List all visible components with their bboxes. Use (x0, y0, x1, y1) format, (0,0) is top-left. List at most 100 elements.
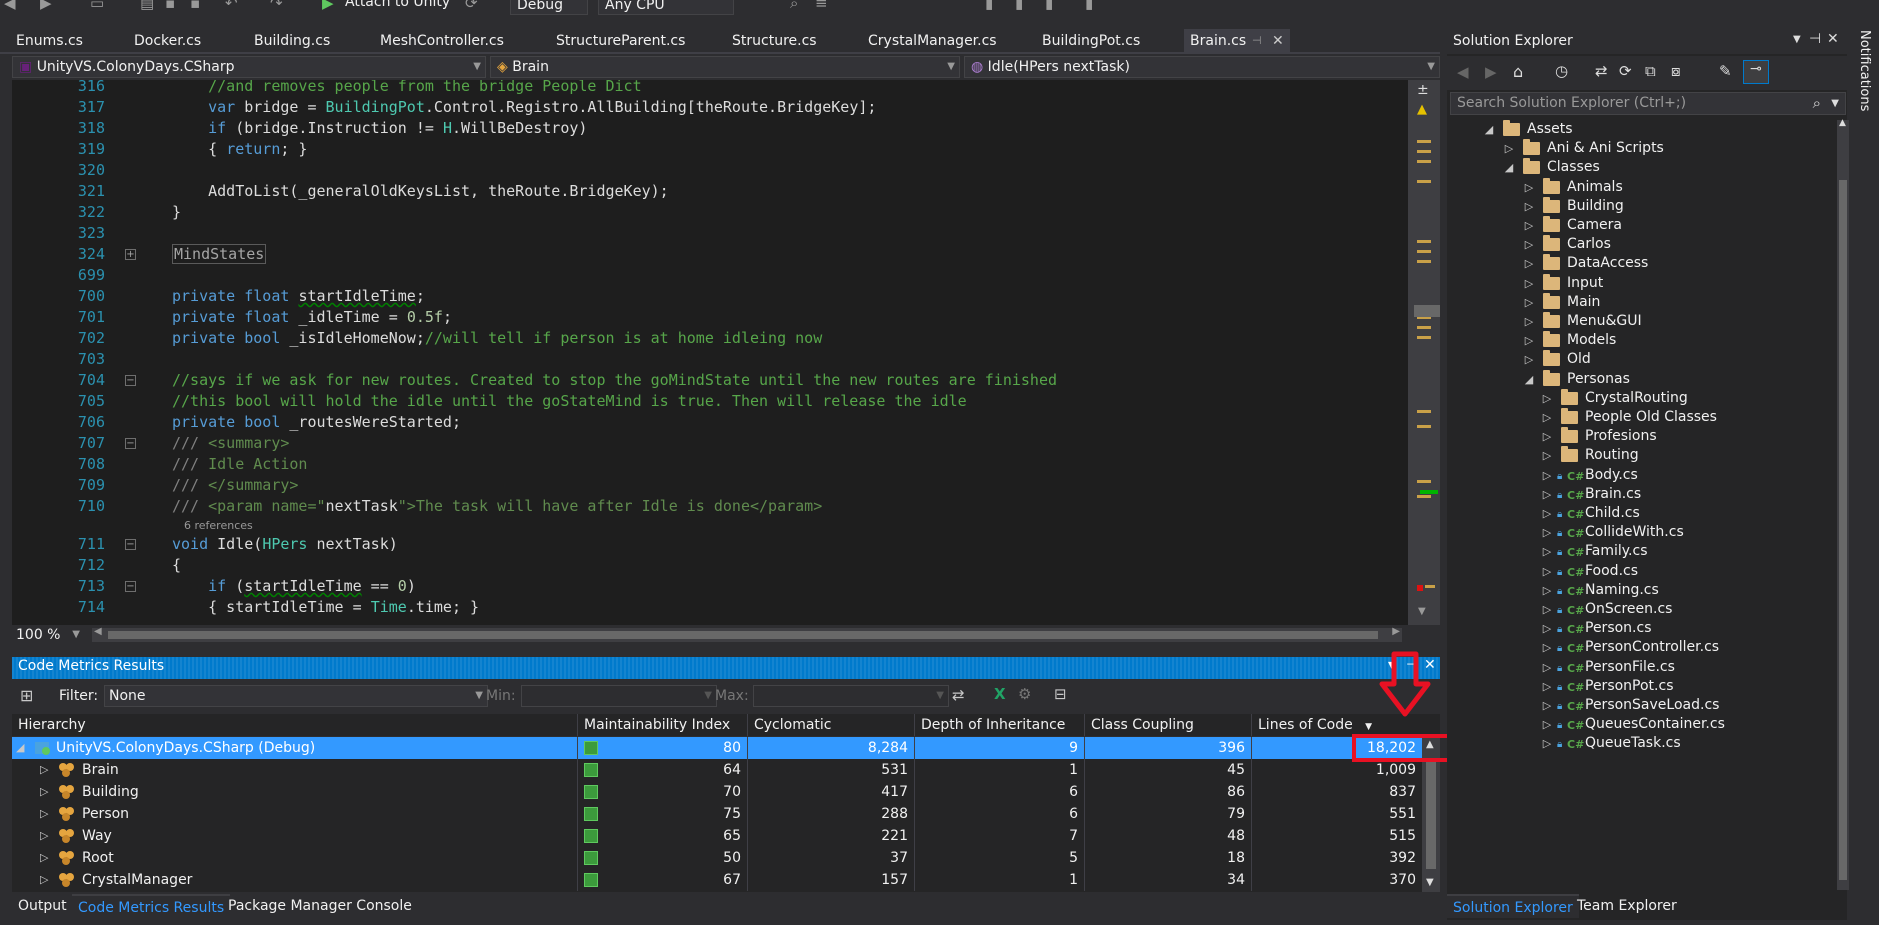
calculate-metrics-icon[interactable]: ⊞ (20, 686, 33, 705)
code-line[interactable]: 318 if (bridge.Instruction != H.WillBeDe… (12, 118, 1408, 139)
tab-solution-explorer[interactable]: Solution Explorer (1447, 894, 1579, 918)
metrics-row[interactable]: ▷ Way 65 221 7 48 515 (12, 825, 1422, 847)
metrics-row[interactable]: ▷ Brain 64 531 1 45 1,009 (12, 759, 1422, 781)
code-line[interactable]: 704 − //says if we ask for new routes. Cre… (12, 370, 1408, 391)
collapse-icon[interactable]: ◢ (16, 737, 24, 759)
back-icon[interactable]: ◀ (1457, 63, 1469, 81)
refresh-icon[interactable]: ⟳ (1619, 62, 1632, 80)
grid-scroll-thumb[interactable] (1426, 759, 1436, 869)
notifications-tab[interactable]: Notifications (1857, 30, 1872, 111)
expand-region-icon[interactable]: + (125, 249, 136, 260)
editor-scroll-thumb[interactable] (1414, 305, 1440, 317)
tab-brain[interactable]: Brain.cs ⊣ ✕ (1184, 29, 1290, 53)
expand-icon[interactable]: ▷ (40, 847, 48, 869)
find-icon[interactable]: ⌕ (790, 0, 798, 12)
new-project-icon[interactable]: ▭ (90, 0, 104, 12)
solution-search-input[interactable]: Search Solution Explorer (Ctrl+;) ⌕ ▼ (1450, 92, 1846, 115)
member-nav-combo[interactable]: ◍ Idle(HPers nextTask) ▼ (964, 56, 1440, 78)
undo-icon[interactable]: ↶ (225, 0, 238, 12)
code-line[interactable]: 711 − void Idle(HPers nextTask) (12, 534, 1408, 555)
show-all-files-icon[interactable]: ⧇ (1671, 62, 1681, 80)
solution-tree[interactable]: ◢ Assets ▷ Ani & Ani Scripts ◢ Classes ▷ Animal… (1447, 120, 1837, 890)
config-combo[interactable]: Debug (510, 0, 588, 15)
code-line[interactable]: 323 (12, 223, 1408, 244)
col-coupling[interactable]: Class Coupling (1085, 714, 1252, 736)
code-line[interactable]: 714 { startIdleTime = Time.time; } (12, 597, 1408, 618)
save-icon[interactable]: ▪ (165, 0, 175, 12)
settings-icon[interactable]: ⚙ (1018, 685, 1031, 703)
search-icon[interactable]: ⌕ (1813, 93, 1821, 114)
code-line[interactable]: 702 private bool _isIdleHomeNow;//will te… (12, 328, 1408, 349)
col-maintainability[interactable]: Maintainability Index (578, 714, 748, 736)
col-cyclomatic[interactable]: Cyclomatic Complexity (748, 714, 915, 755)
tab-docker[interactable]: Docker.cs (128, 29, 207, 53)
tab-code-metrics[interactable]: Code Metrics Results (72, 894, 231, 918)
expand-icon[interactable]: ▷ (40, 803, 48, 825)
metrics-row[interactable]: ▷ Person 75 288 6 79 551 (12, 803, 1422, 825)
back-icon[interactable]: ◀ (4, 0, 16, 12)
code-line[interactable]: 703 (12, 349, 1408, 370)
excel-icon[interactable]: X (994, 685, 1006, 703)
scroll-down-icon[interactable]: ▼ (1418, 606, 1426, 617)
forward-icon[interactable]: ▶ (40, 0, 52, 12)
expand-icon[interactable]: ▷ (1541, 732, 1553, 755)
code-line[interactable]: 316 //and removes people from the bridge… (12, 80, 1408, 97)
chevron-down-icon[interactable]: ▼ (1831, 93, 1839, 114)
apply-filter-icon[interactable]: ⇄ (952, 686, 965, 704)
collapse-all-icon[interactable]: ⧉ (1645, 62, 1656, 80)
home-icon[interactable]: ⌂ (1513, 62, 1523, 81)
bookmark-next-icon[interactable]: ▮ (1045, 0, 1053, 12)
code-line[interactable]: 320 (12, 160, 1408, 181)
code-line[interactable]: 322} (12, 202, 1408, 223)
close-icon[interactable]: ✕ (1827, 31, 1839, 47)
code-editor[interactable]: 316 //and removes people from the bridge… (12, 80, 1408, 625)
save-all-icon[interactable]: ▪ (190, 0, 200, 12)
code-line[interactable]: 713 − if (startIdleTime == 0) (12, 576, 1408, 597)
code-line[interactable]: 709 /// </summary> (12, 475, 1408, 496)
max-combo[interactable]: ▼ (753, 685, 949, 707)
tab-team-explorer[interactable]: Team Explorer (1571, 894, 1683, 918)
project-nav-combo[interactable]: ▣ UnityVS.ColonyDays.CSharp ▼ (12, 56, 486, 78)
class-nav-combo[interactable]: ◈ Brain ▼ (490, 56, 960, 78)
open-icon[interactable]: ▤ (140, 0, 154, 12)
play-icon[interactable]: ▶ (322, 0, 334, 12)
code-line[interactable]: 710 /// <param name="nextTask">The task w… (12, 496, 1408, 517)
code-line[interactable]: 708 /// Idle Action (12, 454, 1408, 475)
code-line[interactable]: 319 { return; } (12, 139, 1408, 160)
platform-combo[interactable]: Any CPU (598, 0, 734, 15)
scroll-down-icon[interactable]: ▼ (1426, 877, 1434, 888)
expand-icon[interactable]: ▷ (40, 759, 48, 781)
code-line[interactable]: 321 AddToList(_generalOldKeysList, theRo… (12, 181, 1408, 202)
expand-icon[interactable]: ▷ (40, 781, 48, 803)
scroll-right-icon[interactable]: ▶ (1392, 626, 1400, 637)
bookmark-prev-icon[interactable]: ▮ (1015, 0, 1023, 12)
metrics-row[interactable]: ▷ Building 70 417 6 86 837 (12, 781, 1422, 803)
code-line[interactable]: 705 //this bool will hold the idle until … (12, 391, 1408, 412)
preview-icon[interactable]: ⊸ (1743, 60, 1769, 84)
sync-icon[interactable]: ⇄ (1595, 62, 1608, 80)
tree-file[interactable]: ▷ 🔒︎ C# QueueTask.cs (1447, 732, 1837, 755)
metrics-row[interactable]: ▷ CrystalManager 67 157 1 34 370 (12, 869, 1422, 891)
close-tab-icon[interactable]: ✕ (1272, 29, 1284, 53)
editor-vertical-scrollbar[interactable]: ± ▲ ▼ (1408, 80, 1440, 625)
expand-icon[interactable]: ▷ (40, 825, 48, 847)
tab-building[interactable]: Building.cs (248, 29, 336, 53)
solution-scroll-thumb[interactable] (1839, 180, 1847, 880)
expand-icon[interactable]: ▷ (40, 869, 48, 891)
filter-combo[interactable]: None ▼ (104, 685, 488, 707)
dropdown-icon[interactable]: ▼ (1793, 34, 1801, 45)
bookmark-clear-icon[interactable]: ▮ (1085, 0, 1093, 12)
code-line[interactable]: 707 − /// <summary> (12, 433, 1408, 454)
col-hierarchy[interactable]: Hierarchy (12, 714, 578, 736)
hscroll-thumb[interactable] (108, 631, 1378, 639)
forward-icon[interactable]: ▶ (1485, 63, 1497, 81)
solution-vertical-scrollbar[interactable]: ▲ (1837, 118, 1849, 890)
pin-icon[interactable]: ⊣ (1252, 29, 1262, 53)
code-line[interactable]: 317 var bridge = BuildingPot.Control.Reg… (12, 97, 1408, 118)
bookmark-icon[interactable]: ▮ (985, 0, 993, 12)
attach-to-unity-button[interactable]: Attach to Unity (345, 0, 450, 10)
pin-icon[interactable]: ⊣ (1809, 31, 1821, 47)
scroll-left-icon[interactable]: ◀ (94, 626, 102, 637)
scroll-up-icon[interactable]: ▲ (1839, 118, 1846, 128)
tab-building-pot[interactable]: BuildingPot.cs (1036, 29, 1146, 53)
